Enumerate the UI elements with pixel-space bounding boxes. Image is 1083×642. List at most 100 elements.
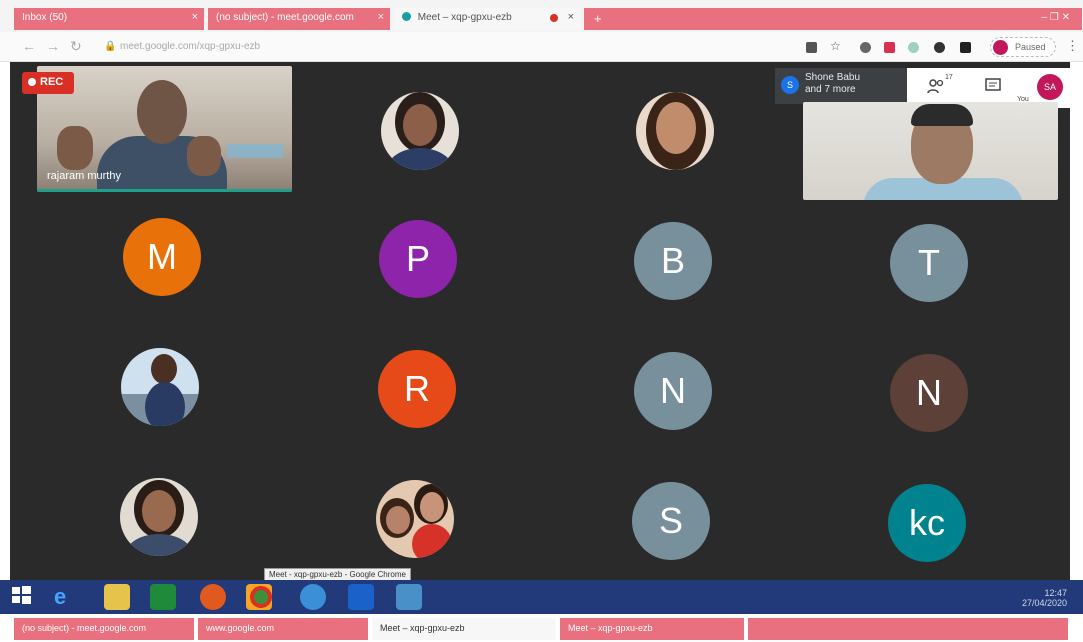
tab-meet[interactable]: Meet – xqp-gpxu-ezb: [560, 618, 744, 640]
self-avatar[interactable]: SA: [1037, 74, 1063, 100]
globe-icon[interactable]: [300, 584, 326, 610]
participant-photo[interactable]: [121, 348, 199, 426]
lock-icon: 🔒: [104, 41, 117, 52]
participant-avatar[interactable]: R: [378, 350, 456, 428]
shoulders: [385, 148, 455, 170]
new-tab-button[interactable]: +: [594, 11, 602, 26]
face: [142, 490, 176, 532]
participant-avatar[interactable]: P: [379, 220, 457, 298]
participant-avatar[interactable]: N: [634, 352, 712, 430]
tab-meet-active[interactable]: Meet – xqp-gpxu-ezb ×: [394, 8, 580, 30]
tab-label: (no subject) - meet.google.com: [22, 623, 147, 633]
avatar-initial: R: [404, 368, 430, 409]
face: [151, 354, 177, 384]
participant-photo[interactable]: [636, 92, 714, 170]
rec-label: REC: [40, 76, 64, 88]
tab-no-subject[interactable]: (no subject) - meet.google.com: [14, 618, 194, 640]
menu-icon[interactable]: ⋮: [1066, 38, 1079, 54]
participant-photo[interactable]: [120, 478, 198, 556]
tab-no-subject[interactable]: (no subject) - meet.google.com ×: [208, 8, 390, 30]
avatar: S: [781, 76, 799, 94]
extension-icon[interactable]: [960, 42, 971, 53]
speaker-name: rajaram murthy: [47, 170, 121, 182]
shoulders: [126, 534, 192, 556]
presenter-chip[interactable]: S Shone Babu and 7 more: [775, 68, 907, 104]
firefox-icon[interactable]: [200, 584, 226, 610]
chrome-icon[interactable]: [250, 586, 272, 608]
spreadsheet-app-icon[interactable]: [150, 584, 176, 610]
chat-icon[interactable]: [985, 78, 1001, 99]
meeting-grid: rajaram murthy REC S Shone Babu and 7 mo…: [10, 62, 1070, 580]
extension-icon[interactable]: [884, 42, 895, 53]
window-controls[interactable]: – ❐ ✕: [1042, 12, 1070, 23]
speaker-face: [137, 80, 187, 144]
tab-label: Meet – xqp-gpxu-ezb: [417, 12, 512, 23]
presenter-more: and 7 more: [805, 84, 856, 95]
windows-start-icon[interactable]: [10, 584, 36, 610]
people-icon[interactable]: [927, 78, 945, 99]
participant-video-tile[interactable]: [803, 102, 1058, 200]
record-icon: [28, 78, 36, 86]
main-speaker-tile[interactable]: rajaram murthy: [37, 66, 292, 192]
tab-strip-fill: [748, 618, 1068, 640]
meet-favicon-icon: [402, 12, 411, 21]
presenter-name: Shone Babu: [805, 72, 861, 83]
participant-avatar[interactable]: M: [123, 218, 201, 296]
face: [420, 492, 444, 522]
meeting-top-panel: S Shone Babu and 7 more 17 You SA: [775, 68, 1070, 108]
file-explorer-icon[interactable]: [104, 584, 130, 610]
speaker-hand: [187, 136, 221, 176]
star-icon[interactable]: ☆: [830, 39, 841, 53]
tab-meet-active[interactable]: Meet – xqp-gpxu-ezb: [372, 618, 556, 640]
tab-label: Inbox (50): [22, 12, 68, 23]
ie-icon[interactable]: e: [54, 584, 80, 610]
settings-icon[interactable]: [348, 584, 374, 610]
address-bar: ← → ↻ 🔒 meet.google.com/xqp-gpxu-ezb ☆ P…: [0, 32, 1083, 62]
tab-label: Meet – xqp-gpxu-ezb: [568, 623, 653, 633]
forward-icon[interactable]: →: [46, 38, 60, 54]
bottom-tab-bar: (no subject) - meet.google.com www.googl…: [0, 614, 1083, 642]
speaker-hand: [57, 126, 93, 170]
body: [412, 524, 452, 558]
tray-date: 27/04/2020: [1021, 598, 1067, 608]
tab-label: (no subject) - meet.google.com: [216, 12, 354, 23]
avatar-initial: T: [918, 242, 940, 283]
tab-close-icon[interactable]: ×: [568, 11, 574, 23]
participant-photo[interactable]: [376, 480, 454, 558]
participant-avatar[interactable]: kc: [888, 484, 966, 562]
browser-tab-bar: Inbox (50) × (no subject) - meet.google.…: [0, 0, 1083, 32]
body: [145, 382, 185, 426]
extension-icon[interactable]: [908, 42, 919, 53]
tab-label: www.google.com: [206, 623, 275, 633]
participant-avatar[interactable]: N: [890, 354, 968, 432]
tab-google[interactable]: www.google.com: [198, 618, 368, 640]
avatar-initial: S: [658, 500, 683, 541]
tab-close-icon[interactable]: ×: [378, 11, 384, 23]
back-icon[interactable]: ←: [22, 38, 36, 54]
active-speaker-indicator: [37, 189, 292, 192]
tab-inbox[interactable]: Inbox (50) ×: [14, 8, 204, 30]
profile-button[interactable]: Paused: [990, 37, 1056, 57]
app-icon[interactable]: [396, 584, 422, 610]
reload-icon[interactable]: ↻: [70, 38, 82, 55]
participant-avatar[interactable]: S: [632, 482, 710, 560]
participant-avatar[interactable]: T: [890, 224, 968, 302]
participant-hair: [911, 104, 973, 126]
tab-strip-fill: + – ❐ ✕: [584, 8, 1082, 30]
system-tray[interactable]: 12:47 27/04/2020: [1022, 588, 1067, 608]
tray-time: 12:47: [1044, 588, 1067, 598]
extension-icon[interactable]: [934, 42, 945, 53]
avatar-initial: B: [660, 240, 685, 281]
url-field[interactable]: meet.google.com/xqp-gpxu-ezb: [120, 41, 260, 52]
avatar: [993, 40, 1008, 55]
extension-icon[interactable]: [860, 42, 871, 53]
tab-label: Meet – xqp-gpxu-ezb: [380, 623, 465, 633]
avatar-initial: P: [405, 238, 430, 279]
participant-avatar[interactable]: B: [634, 222, 712, 300]
camera-icon[interactable]: [806, 42, 817, 53]
participant-photo[interactable]: [381, 92, 459, 170]
face: [386, 506, 410, 534]
recording-dot-icon: [550, 14, 558, 22]
avatar-initial: N: [660, 370, 686, 411]
tab-close-icon[interactable]: ×: [192, 11, 198, 23]
